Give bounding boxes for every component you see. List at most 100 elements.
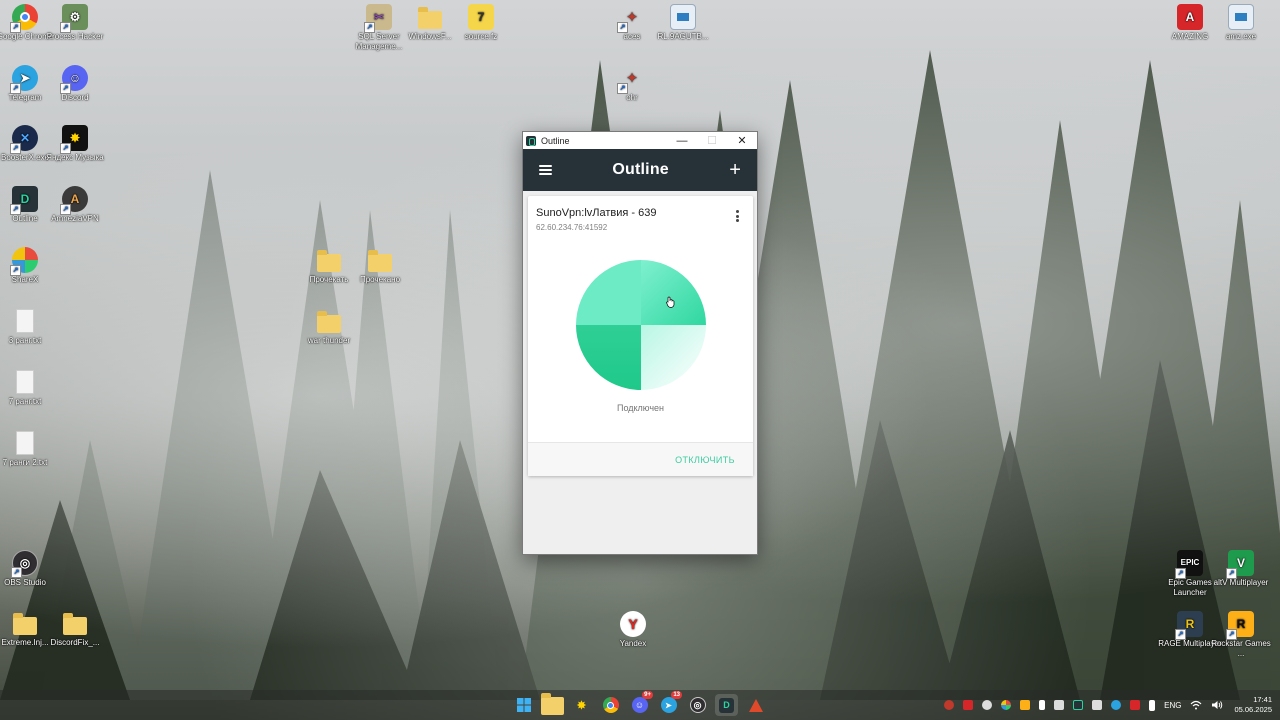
desktop-icon-folder-checked[interactable]: Прочекано [348, 247, 412, 285]
desktop-icon-sharex[interactable]: ShareX [0, 247, 57, 285]
desktop-icon-ohr[interactable]: ✦ ohr [600, 65, 664, 103]
taskbar: ✸ ☺ 9+ ➤ 13 ◎ D ENG 17:41 05.06.2025 [0, 690, 1280, 720]
altv-icon: V [1226, 550, 1254, 579]
desktop-icon-file-3[interactable]: 7 ранги 2.txt [0, 430, 57, 468]
desktop-icon-folder-warthunder[interactable]: war thunder [297, 308, 361, 346]
tray-battery-icon[interactable] [1039, 700, 1046, 710]
window-titlebar[interactable]: Outline — ☐ ✕ [523, 132, 757, 149]
desktop-icon-label: Discord [61, 93, 89, 102]
tray-usb-icon[interactable] [1149, 699, 1156, 711]
connection-status: Подключен [616, 403, 665, 413]
volume-icon[interactable] [1211, 700, 1223, 710]
tray-discord-icon[interactable] [982, 700, 993, 710]
desktop-icon-amz[interactable]: amz.exe [1209, 4, 1273, 42]
taskbar-chrome[interactable] [599, 694, 622, 716]
tray-app-icon-2[interactable] [1092, 700, 1103, 710]
windows-icon [516, 698, 531, 712]
close-button[interactable]: ✕ [727, 132, 757, 149]
booster-icon: ✕ [10, 125, 38, 154]
outline-app-icon [526, 135, 536, 146]
desktop-icon-file-2[interactable]: 7 ранг.txt [0, 369, 57, 407]
outline-window: Outline — ☐ ✕ Outline + SunoVpn:lvЛатвия… [522, 131, 758, 555]
discord-badge: 9+ [642, 691, 653, 699]
desktop-icon-rockstar[interactable]: R Rockstar Games ... [1209, 611, 1273, 659]
desktop-icon-sourcefz[interactable]: 7 source.fz [449, 4, 513, 42]
taskbar-file-explorer[interactable] [541, 693, 564, 716]
desktop-icon-yandex[interactable]: Y Yandex [601, 611, 665, 649]
tray-outline-icon[interactable] [1073, 700, 1084, 710]
clock[interactable]: 17:41 05.06.2025 [1234, 695, 1272, 715]
folder-icon [316, 308, 342, 334]
chrome-icon [602, 697, 619, 713]
desktop-icon-label: AmneziaVPN [51, 214, 99, 223]
discord-icon: ☺ [631, 697, 648, 713]
tray-amazing-icon[interactable] [963, 700, 974, 710]
aces-icon: ✦ [617, 4, 645, 33]
warning-triangle-icon [748, 698, 763, 712]
window-title: Outline [541, 135, 570, 146]
start-button[interactable] [512, 694, 535, 716]
tray-rockstar-icon[interactable] [1020, 700, 1031, 710]
desktop-icon-altv[interactable]: V altV Multiplayer [1209, 550, 1273, 588]
taskbar-yandex-music[interactable]: ✸ [570, 694, 593, 716]
tray-sharex-icon[interactable] [1001, 700, 1012, 710]
taskbar-discord[interactable]: ☺ 9+ [628, 691, 653, 716]
desktop-icon-label: 7 ранг.txt [8, 397, 42, 406]
tray-app-icon-3[interactable] [1130, 700, 1141, 710]
more-options-icon[interactable] [735, 210, 739, 222]
taskbar-telegram[interactable]: ➤ 13 [657, 691, 682, 716]
desktop-icon-yandex-music[interactable]: ✸ Яндекс Музыка [43, 125, 107, 163]
outline-icon: D [719, 697, 734, 713]
tray-bluetooth-icon[interactable] [1054, 700, 1065, 710]
desktop-icon-label: RL.9AGUTB... [657, 32, 709, 41]
desktop-icon-amnezia[interactable]: A AmneziaVPN [43, 186, 107, 224]
clock-time: 17:41 [1253, 695, 1272, 704]
rage-icon: R [1175, 611, 1203, 640]
desktop-icon-folder-discordfix[interactable]: DiscordFix_... [43, 610, 107, 648]
text-file-icon [12, 430, 38, 456]
desktop-icon-obs[interactable]: ◎ OBS Studio [0, 550, 57, 588]
chrome-icon [10, 4, 38, 33]
connection-status-icon[interactable] [576, 260, 706, 390]
desktop-icon-label: DiscordFix_... [50, 638, 100, 647]
desktop-icon-label: Rockstar Games ... [1211, 639, 1271, 658]
tray-app-icon[interactable] [944, 700, 955, 710]
desktop-icon-discord[interactable]: ☺ Discord [43, 65, 107, 103]
desktop-icon-label: ShareX [11, 275, 39, 284]
obs-icon: ◎ [689, 697, 706, 713]
server-card: SunoVpn:lvЛатвия - 639 62.60.234.76:4159… [528, 196, 753, 476]
language-indicator[interactable]: ENG [1164, 701, 1181, 710]
desktop-icon-process-hacker[interactable]: ⚙ Process Hacker [43, 4, 107, 42]
desktop-icon-label: Process Hacker [46, 32, 104, 41]
rockstar-icon: R [1226, 611, 1254, 640]
taskbar-app-a[interactable] [744, 694, 767, 716]
folder-icon [316, 247, 342, 273]
menu-icon[interactable] [539, 165, 552, 175]
folder-icon [367, 247, 393, 273]
system-tray: ENG 17:41 05.06.2025 [944, 690, 1272, 720]
telegram-badge: 13 [671, 691, 682, 699]
text-file-icon [12, 308, 38, 334]
process-hacker-icon: ⚙ [60, 4, 88, 33]
mouse-cursor-icon [666, 296, 675, 308]
folder-icon [12, 610, 38, 636]
folder-icon [541, 693, 564, 715]
disconnect-button[interactable]: ОТКЛЮЧИТЬ [675, 455, 735, 465]
wifi-icon[interactable] [1190, 700, 1202, 710]
discord-icon: ☺ [60, 65, 88, 94]
maximize-button: ☐ [707, 135, 717, 147]
taskbar-obs[interactable]: ◎ [686, 694, 709, 716]
desktop-icon-label: Yandex [619, 639, 647, 648]
archive-icon: 7 [468, 4, 494, 30]
server-address: 62.60.234.76:41592 [536, 223, 608, 232]
taskbar-outline[interactable]: D [715, 694, 738, 716]
minimize-button[interactable]: — [667, 132, 697, 149]
desktop-icon-file-1[interactable]: 3 ранг.txt [0, 308, 57, 346]
folder-icon [62, 610, 88, 636]
yandex-music-icon: ✸ [60, 125, 88, 154]
add-server-button[interactable]: + [729, 160, 741, 180]
desktop-icon-rl[interactable]: RL.9AGUTB... [651, 4, 715, 42]
amnezia-icon: A [60, 186, 88, 215]
tray-telegram-icon[interactable] [1111, 700, 1122, 710]
obs-icon: ◎ [11, 550, 38, 578]
